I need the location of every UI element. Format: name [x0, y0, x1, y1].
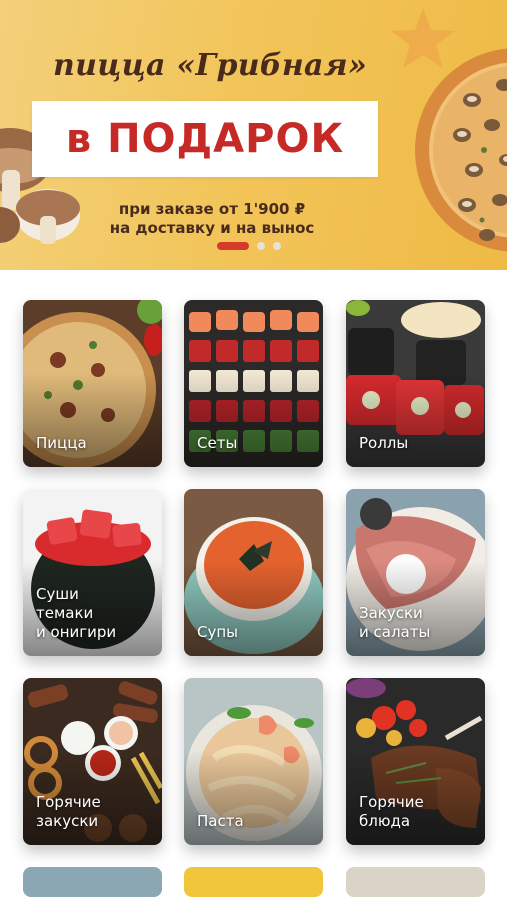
- pizza-image: [415, 48, 507, 252]
- gift-text: в ПОДАРОК: [65, 116, 345, 162]
- category-label: Супы: [197, 623, 239, 641]
- category-label: Закуски и салаты: [359, 604, 431, 641]
- category-label: Роллы: [359, 434, 409, 452]
- category-card-partial[interactable]: [346, 867, 485, 897]
- category-card-hot-dishes[interactable]: Горячие блюда: [346, 678, 485, 845]
- category-label: Горячие блюда: [359, 793, 424, 830]
- category-card-pizza[interactable]: Пицца: [23, 300, 162, 467]
- promo-subtitle-line2: на доставку и на вынос: [109, 219, 315, 237]
- category-grid: Пицца Сеты Роллы Суши темаки и онигири С…: [0, 300, 507, 900]
- promo-title: пицца «Грибная»: [52, 48, 368, 83]
- carousel-indicator: [217, 242, 281, 250]
- category-label: Суши темаки и онигири: [36, 585, 117, 641]
- category-label: Паста: [197, 812, 244, 830]
- promo-subtitle-line1: при заказе от 1'900 ₽: [118, 200, 306, 218]
- category-card-hot-snacks[interactable]: Горячие закуски: [23, 678, 162, 845]
- carousel-dot[interactable]: [273, 242, 281, 250]
- promo-subtitle: при заказе от 1'900 ₽ на доставку и на в…: [80, 200, 344, 238]
- carousel-dot[interactable]: [257, 242, 265, 250]
- category-card-partial[interactable]: [184, 867, 323, 897]
- carousel-dot-active[interactable]: [217, 242, 249, 250]
- category-card-snacks-salads[interactable]: Закуски и салаты: [346, 489, 485, 656]
- category-card-pasta[interactable]: Паста: [184, 678, 323, 845]
- gift-label-box: в ПОДАРОК: [32, 101, 378, 177]
- category-label: Пицца: [36, 434, 87, 452]
- category-card-soups[interactable]: Супы: [184, 489, 323, 656]
- category-label: Горячие закуски: [36, 793, 101, 830]
- category-label: Сеты: [197, 434, 238, 452]
- category-card-rolls[interactable]: Роллы: [346, 300, 485, 467]
- category-card-sushi[interactable]: Суши темаки и онигири: [23, 489, 162, 656]
- category-card-sets[interactable]: Сеты: [184, 300, 323, 467]
- category-card-partial[interactable]: [23, 867, 162, 897]
- promo-banner[interactable]: пицца «Грибная» в ПОДАРОК при заказе от …: [0, 0, 507, 270]
